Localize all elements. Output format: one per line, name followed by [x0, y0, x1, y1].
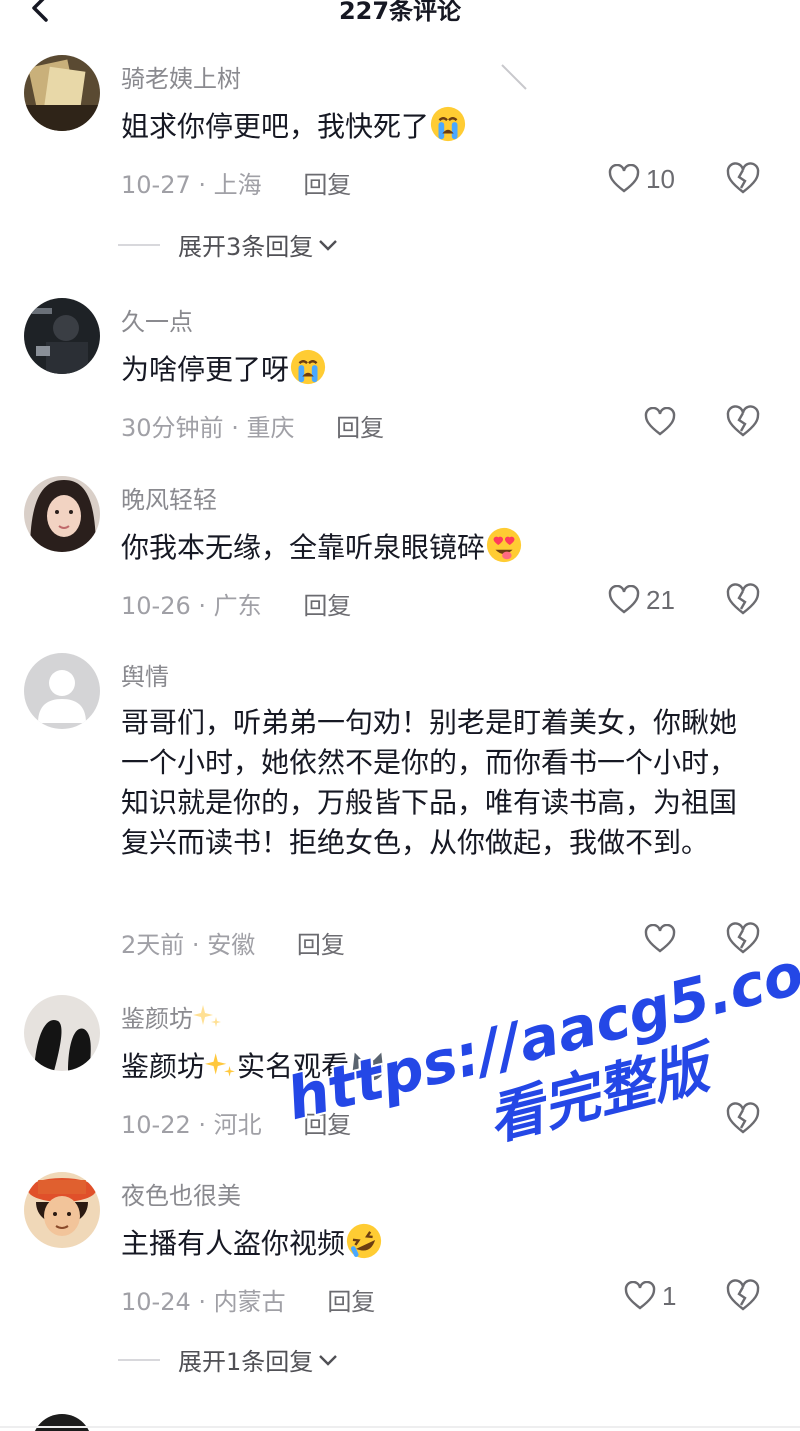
comment-meta: 10-26 · 广东 回复	[121, 586, 351, 621]
avatar[interactable]	[32, 1414, 92, 1431]
heart-icon	[644, 924, 676, 953]
avatar[interactable]	[24, 55, 100, 131]
username[interactable]: 骑老姨上树	[121, 59, 241, 94]
avatar[interactable]	[24, 298, 100, 374]
reply-button[interactable]: 回复	[336, 414, 384, 442]
username[interactable]: 舆情	[121, 657, 169, 692]
bottom-divider	[0, 1426, 800, 1428]
expand-replies-button[interactable]: 展开1条回复	[118, 1342, 341, 1377]
heart-icon	[644, 407, 676, 436]
comment-text: 姐求你停更吧，我快死了	[121, 105, 761, 147]
chevron-down-icon	[319, 239, 338, 251]
comment-date: 10-26	[121, 592, 191, 620]
comment-meta: 10-27 · 上海 回复	[121, 165, 351, 200]
comment-location: 上海	[213, 171, 262, 199]
reply-button[interactable]: 回复	[297, 931, 345, 959]
like-button[interactable]: 10	[608, 159, 675, 199]
username[interactable]: 久一点	[121, 302, 193, 337]
comment-date: 2天前	[121, 931, 185, 959]
reply-button[interactable]: 回复	[303, 171, 351, 199]
like-button[interactable]	[644, 919, 676, 959]
comment-location: 广东	[213, 592, 262, 620]
comment-date: 10-24	[121, 1288, 191, 1316]
comments-header: 227条评论	[0, 0, 800, 30]
heart-icon	[608, 585, 640, 614]
heart-icon	[608, 164, 640, 193]
avatar[interactable]	[24, 653, 100, 729]
heart-eyes-tongue-emoji	[486, 527, 522, 563]
comment-date: 10-27	[121, 171, 191, 199]
sparkles-icon	[193, 1005, 221, 1027]
avatar[interactable]	[24, 476, 100, 552]
page-title: 227条评论	[338, 0, 462, 25]
meta-separator: ·	[198, 592, 207, 620]
comment-text: 你我本无缘，全靠听泉眼镜碎	[121, 526, 761, 568]
username[interactable]: 鉴颜坊	[121, 999, 223, 1034]
comment-date: 30分钟前	[121, 414, 224, 442]
expand-replies-label: 展开3条回复	[178, 233, 314, 261]
expand-divider	[118, 243, 160, 246]
comment-location: 内蒙古	[213, 1288, 286, 1316]
comment-location: 重庆	[246, 414, 295, 442]
avatar[interactable]	[24, 1172, 100, 1248]
loudly-crying-emoji	[430, 106, 466, 142]
comment-meta: 30分钟前 · 重庆 回复	[121, 408, 384, 443]
meta-separator: ·	[198, 1288, 207, 1316]
like-button[interactable]	[644, 402, 676, 442]
comment-text: 为啥停更了呀	[121, 348, 761, 390]
sparkles-icon	[205, 1053, 235, 1077]
meta-separator: ·	[231, 414, 239, 442]
like-button[interactable]: 21	[608, 580, 675, 620]
expand-divider	[118, 1358, 160, 1361]
like-count: 21	[646, 584, 675, 615]
username[interactable]: 夜色也很美	[121, 1176, 241, 1211]
heart-icon	[624, 1281, 656, 1310]
chevron-down-icon	[319, 1354, 338, 1366]
like-button[interactable]: 1	[624, 1276, 676, 1316]
comment-location: 安徽	[207, 931, 256, 959]
username[interactable]: 晚风轻轻	[121, 480, 217, 515]
broken-heart-icon[interactable]	[725, 582, 761, 618]
expand-replies-label: 展开1条回复	[178, 1348, 314, 1376]
slash-icon	[501, 64, 527, 90]
like-count: 1	[662, 1280, 677, 1311]
reply-button[interactable]: 回复	[327, 1288, 375, 1316]
comment-meta: 2天前 · 安徽 回复	[121, 925, 345, 960]
loudly-crying-emoji	[290, 349, 326, 385]
broken-heart-icon[interactable]	[725, 1278, 761, 1314]
broken-heart-icon[interactable]	[725, 161, 761, 197]
meta-separator: ·	[198, 171, 207, 199]
avatar[interactable]	[24, 995, 100, 1071]
like-count: 10	[646, 163, 675, 194]
reply-button[interactable]: 回复	[303, 592, 351, 620]
comment-text: 哥哥们，听弟弟一句劝！别老是盯着美女，你瞅她一个小时，她依然不是你的，而你看书一…	[121, 706, 738, 859]
broken-heart-icon[interactable]	[725, 404, 761, 440]
meta-separator: ·	[191, 931, 200, 959]
comment-date: 10-22	[121, 1111, 191, 1139]
meta-separator: ·	[198, 1111, 207, 1139]
expand-replies-button[interactable]: 展开3条回复	[118, 227, 341, 262]
comment-location: 河北	[213, 1111, 262, 1139]
